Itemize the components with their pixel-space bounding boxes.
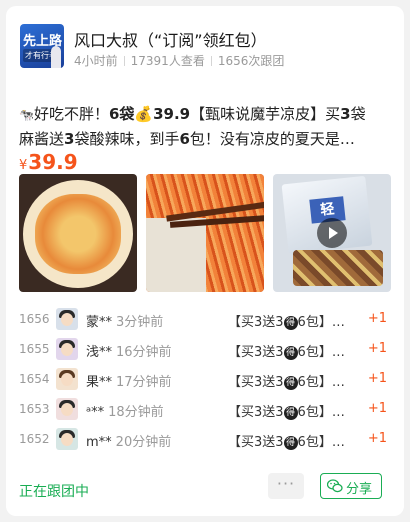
order-item: 【买3送3 得 6包】… xyxy=(228,375,345,390)
follower-time: 18分钟前 xyxy=(108,405,164,420)
follower-info: 果** 17分钟前 xyxy=(86,371,172,390)
follower-name: ᵃ** xyxy=(86,405,105,420)
follower-number: 1656 xyxy=(19,312,50,326)
leader-avatar[interactable]: 先上路 才有行者 xyxy=(20,24,64,68)
follower-row[interactable]: 1652 m** 20分钟前 【买3送3 得 6包】… +1 xyxy=(19,425,393,455)
follower-row[interactable]: 1655 浅** 16分钟前 【买3送3 得 6包】… +1 xyxy=(19,335,393,365)
order-item: 【买3送3 得 6包】… xyxy=(228,315,345,330)
share-button[interactable]: 分享 xyxy=(320,473,382,499)
product-photo-2[interactable] xyxy=(146,174,264,292)
money-bag-icon: 💰 xyxy=(134,105,154,123)
follower-number: 1652 xyxy=(19,432,50,446)
follower-row[interactable]: 1656 蒙** 3分钟前 【买3送3 得 6包】… +1 xyxy=(19,305,393,335)
quantity: +1 xyxy=(367,431,387,446)
follower-number: 1653 xyxy=(19,402,50,416)
follower-name: m** xyxy=(86,435,112,450)
wechat-icon xyxy=(327,479,343,493)
avatar xyxy=(56,398,78,420)
order-item: 【买3送3 得 6包】… xyxy=(228,435,345,450)
follower-info: m** 20分钟前 xyxy=(86,431,171,450)
follower-name: 浅** xyxy=(86,345,113,360)
follow-status[interactable]: 正在跟团中 xyxy=(19,481,89,501)
quantity: +1 xyxy=(367,311,387,326)
follower-info: ᵃ** 18分钟前 xyxy=(86,401,164,420)
follower-name: 果** xyxy=(86,375,113,390)
avatar-figure xyxy=(51,46,61,68)
badge-icon: 得 xyxy=(283,406,298,420)
meta-divider xyxy=(123,56,125,66)
more-options-button[interactable]: ··· xyxy=(268,473,304,499)
follower-time: 17分钟前 xyxy=(116,375,172,390)
badge-icon: 得 xyxy=(283,376,298,390)
badge-icon: 得 xyxy=(283,436,298,450)
follow-count: 1656次跟团 xyxy=(217,54,285,68)
noodle-sheet xyxy=(146,218,206,292)
meta-divider xyxy=(210,56,212,66)
avatar xyxy=(56,338,78,360)
sauce-packets xyxy=(293,250,383,286)
product-video-thumbnail[interactable]: 轻 xyxy=(273,174,391,292)
post-description[interactable]: 🐄好吃不胖！6袋💰39.9【甄味说魔芋凉皮】买3袋 麻酱送3袋酸辣味，到手6包！… xyxy=(19,102,393,151)
follower-name: 蒙** xyxy=(86,315,113,330)
avatar xyxy=(56,308,78,330)
follower-list: 1656 蒙** 3分钟前 【买3送3 得 6包】… +1 1655 浅** 16分钟前… xyxy=(19,305,393,455)
badge-icon: 得 xyxy=(283,346,298,360)
description-line-2: 麻酱送3袋酸辣味，到手6包！没有凉皮的夏天是… xyxy=(19,130,355,148)
follower-number: 1655 xyxy=(19,342,50,356)
group-buy-card[interactable]: 先上路 才有行者 风口大叔（“订阅”领红包） 4小时前 17391人查看 1656次… xyxy=(6,6,404,516)
follower-time: 16分钟前 xyxy=(116,345,172,360)
follower-row[interactable]: 1654 果** 17分钟前 【买3送3 得 6包】… +1 xyxy=(19,365,393,395)
quantity: +1 xyxy=(367,371,387,386)
description-line-1: 🐄好吃不胖！6袋💰39.9【甄味说魔芋凉皮】买3袋 xyxy=(19,105,366,123)
post-header: 先上路 才有行者 风口大叔（“订阅”领红包） 4小时前 17391人查看 1656次… xyxy=(20,24,394,74)
price: ¥39.9 xyxy=(19,150,78,174)
follower-time: 20分钟前 xyxy=(115,435,172,450)
avatar xyxy=(56,368,78,390)
price-value: 39.9 xyxy=(28,150,78,174)
post-meta: 4小时前 17391人查看 1656次跟团 xyxy=(74,52,284,69)
order-item: 【买3送3 得 6包】… xyxy=(228,405,345,420)
order-item: 【买3送3 得 6包】… xyxy=(228,345,345,360)
follower-time: 3分钟前 xyxy=(116,315,164,330)
view-count: 17391人查看 xyxy=(130,54,205,68)
follower-number: 1654 xyxy=(19,372,50,386)
follower-info: 蒙** 3分钟前 xyxy=(86,311,163,330)
avatar xyxy=(56,428,78,450)
badge-icon: 得 xyxy=(283,316,298,330)
share-label: 分享 xyxy=(346,482,373,497)
product-photo-1[interactable] xyxy=(19,174,137,292)
quantity: +1 xyxy=(367,401,387,416)
currency-symbol: ¥ xyxy=(19,158,28,173)
post-time: 4小时前 xyxy=(74,54,118,68)
play-icon[interactable] xyxy=(317,218,347,248)
follower-row[interactable]: 1653 ᵃ** 18分钟前 【买3送3 得 6包】… +1 xyxy=(19,395,393,425)
follower-info: 浅** 16分钟前 xyxy=(86,341,172,360)
noodles-dish xyxy=(35,194,121,274)
leader-name[interactable]: 风口大叔（“订阅”领红包） xyxy=(74,27,267,51)
cow-emoji-icon: 🐄 xyxy=(19,108,34,122)
quantity: +1 xyxy=(367,341,387,356)
photo-gallery: 轻 xyxy=(19,174,391,296)
